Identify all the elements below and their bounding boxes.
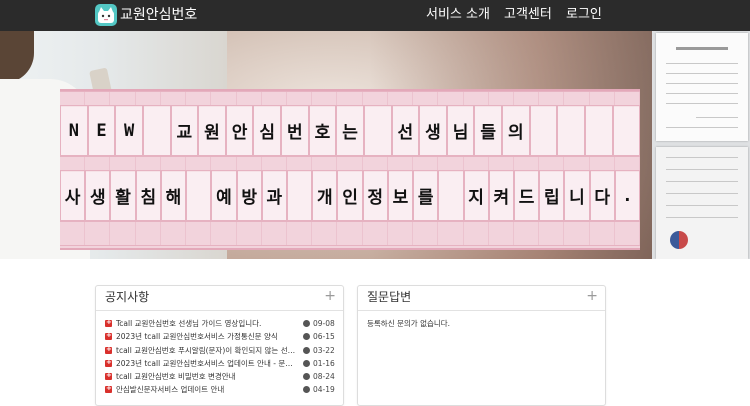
grid-cell: 활 [110, 170, 136, 221]
top-navbar: 교원안심번호 서비스 소개 고객센터 로그인 [0, 0, 750, 31]
grid-cell: 지 [463, 170, 489, 221]
notice-item[interactable]: 2023년 tcall 교원안심번호서비스 업데이트 안내 - 문자 수신 기능… [105, 356, 335, 370]
nav-customer-center[interactable]: 고객센터 [504, 7, 552, 23]
cat-logo-icon[interactable] [95, 4, 117, 26]
notice-item[interactable]: tcall 교원안심번호 푸시알림(문자)이 확인되지 않는 선생님들께 안내드… [105, 343, 335, 357]
grid-cell: 생 [85, 170, 111, 221]
grid-cell: E [87, 105, 116, 156]
notice-item-date: 08-24 [313, 372, 335, 382]
qa-panel-header: 질문답변 + [358, 286, 605, 311]
grid-cell: 방 [236, 170, 262, 221]
grid-cell [612, 105, 641, 156]
clock-icon [303, 373, 310, 381]
qa-more-plus-icon[interactable]: + [586, 288, 598, 304]
notice-panel: 공지사항 + Tcall 교원안심번호 선생님 가이드 영상입니다. 09-08… [95, 285, 344, 406]
grid-cell [286, 170, 313, 221]
clock-icon [303, 320, 310, 327]
grid-cell [557, 105, 585, 156]
red-plus-square-icon [105, 329, 112, 342]
banner-line-1: NEW교원안심번호는선생님들의 [60, 105, 641, 156]
grid-cell [186, 170, 212, 221]
grid-cell: 다 [589, 170, 615, 221]
nav-login[interactable]: 로그인 [566, 7, 602, 23]
grid-cell: 개 [312, 170, 338, 221]
grid-cell: 심 [253, 105, 281, 156]
notice-item-date: 09-08 [313, 319, 335, 328]
grid-cell: 사 [60, 170, 86, 221]
notice-more-plus-icon[interactable]: + [324, 288, 336, 304]
notice-item-title[interactable]: tcall 교원안심번호 푸시알림(문자)이 확인되지 않는 선생님들께 안내드… [116, 344, 299, 357]
clock-icon [303, 346, 310, 354]
grid-cell: 교 [170, 105, 199, 156]
grid-cell: 를 [413, 170, 439, 221]
notice-item-date: 03-22 [313, 345, 335, 355]
grid-cell: 원 [198, 105, 226, 156]
grid-cell: 침 [135, 170, 161, 221]
notice-item-date: 01-16 [313, 358, 335, 368]
grid-cell: 님 [446, 105, 475, 156]
grid-cell: 립 [539, 170, 565, 221]
grid-cell: 생 [419, 105, 447, 156]
grid-cell: N [60, 105, 88, 156]
hero-photo-documents [652, 31, 750, 259]
notice-item-title[interactable]: 2023년 tcall 교원안심번호서비스 가정통신문 양식 [116, 330, 299, 343]
hero-banner: NEW교원안심번호는선생님들의 사생활침해예방과개인정보를지켜드립니다. [0, 31, 750, 259]
grid-cell: 들 [474, 105, 502, 156]
notice-item[interactable]: 2023년 tcall 교원안심번호서비스 가정통신문 양식 06-15 [105, 329, 335, 343]
grid-cell [363, 105, 392, 156]
grid-cell: 과 [261, 170, 287, 221]
grid-cell: 번 [281, 105, 309, 156]
notice-item[interactable]: Tcall 교원안심번호 선생님 가이드 영상입니다. 09-08 [105, 316, 335, 330]
red-plus-square-icon [105, 369, 112, 382]
contract-document-image [656, 33, 748, 141]
clock-icon [303, 333, 310, 341]
clock-icon [303, 359, 310, 367]
grid-cell [438, 170, 464, 221]
grid-cell: 예 [211, 170, 237, 221]
notice-item[interactable]: 안심발신문자서비스 업데이트 안내 04-19 [105, 382, 335, 396]
grid-cell [584, 105, 613, 156]
nav-service-intro[interactable]: 서비스 소개 [426, 7, 490, 23]
notice-panel-header: 공지사항 + [96, 286, 343, 311]
notice-item-title[interactable]: 안심발신문자서비스 업데이트 안내 [116, 383, 299, 396]
notice-panel-title: 공지사항 [105, 290, 150, 304]
red-plus-square-icon [105, 382, 112, 395]
grid-cell: 선 [391, 105, 420, 156]
red-plus-square-icon [105, 316, 112, 329]
grid-cell: 드 [513, 170, 540, 221]
notice-item-date: 04-19 [313, 385, 335, 395]
red-plus-square-icon [105, 356, 112, 369]
grid-cell: 는 [336, 105, 364, 156]
notice-item-title[interactable]: tcall 교원안심번호 비밀번호 변경안내 [116, 370, 299, 383]
grid-cell: 켜 [488, 170, 514, 221]
grid-cell [529, 105, 558, 156]
grid-cell: 호 [308, 105, 337, 156]
manuscript-grid-banner: NEW교원안심번호는선생님들의 사생활침해예방과개인정보를지켜드립니다. [60, 89, 641, 250]
grid-cell: 보 [387, 170, 414, 221]
red-plus-square-icon [105, 343, 112, 356]
clock-icon [303, 386, 310, 394]
brand-name[interactable]: 교원안심번호 [120, 6, 197, 24]
grid-cell: 인 [337, 170, 363, 221]
notice-list: Tcall 교원안심번호 선생님 가이드 영상입니다. 09-08 2023년 … [105, 316, 335, 397]
notice-item[interactable]: tcall 교원안심번호 비밀번호 변경안내 08-24 [105, 369, 335, 383]
qa-empty-message: 등록하신 문의가 없습니다. [367, 319, 451, 328]
government-seal-icon [670, 231, 688, 249]
grid-cell: 의 [502, 105, 530, 156]
grid-cell: 니 [564, 170, 590, 221]
grid-cell: 정 [362, 170, 388, 221]
grid-cell: 해 [160, 170, 187, 221]
qa-panel: 질문답변 + 등록하신 문의가 없습니다. [357, 285, 606, 406]
notice-item-title[interactable]: 2023년 tcall 교원안심번호서비스 업데이트 안내 - 문자 수신 기능… [116, 357, 299, 370]
qa-panel-title: 질문답변 [367, 290, 412, 304]
grid-cell: . [614, 170, 641, 221]
grid-cell: 안 [225, 105, 254, 156]
banner-line-2: 사생활침해예방과개인정보를지켜드립니다. [60, 170, 641, 221]
certificate-document-image [656, 147, 748, 259]
notice-item-date: 06-15 [313, 332, 335, 342]
grid-cell [142, 105, 171, 156]
grid-cell: W [115, 105, 143, 156]
notice-item-title[interactable]: Tcall 교원안심번호 선생님 가이드 영상입니다. [116, 317, 299, 330]
